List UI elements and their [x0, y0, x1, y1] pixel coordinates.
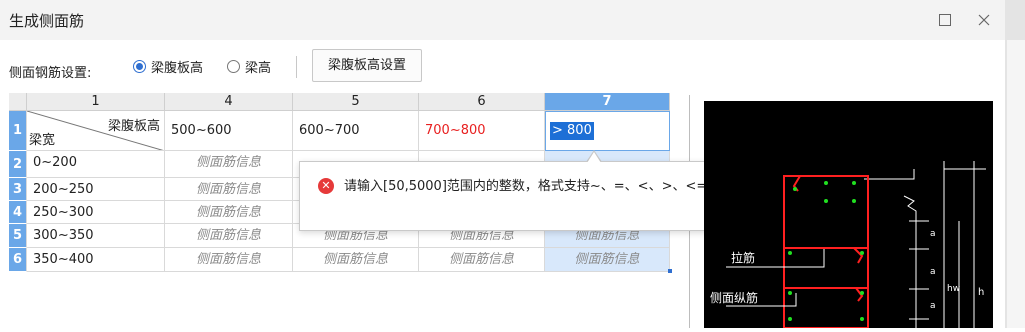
- row-number[interactable]: 3: [9, 178, 27, 201]
- dim-label: a: [930, 301, 936, 311]
- table-cell[interactable]: 500~600: [165, 111, 293, 151]
- col-header-5[interactable]: 5: [293, 93, 419, 111]
- tie-bar-label: 拉筋: [731, 251, 756, 265]
- side-rebar-info-cell[interactable]: 侧面筋信息: [165, 151, 293, 178]
- col-header-7[interactable]: 7: [545, 93, 670, 111]
- row-number[interactable]: 4: [9, 201, 27, 224]
- web-height-header-label: 梁腹板高: [107, 119, 160, 134]
- side-rebar-info-cell[interactable]: 侧面筋信息: [419, 248, 545, 272]
- beam-width-cell[interactable]: 0~200: [27, 151, 165, 178]
- maximize-button[interactable]: [933, 8, 957, 32]
- radio-beam-height[interactable]: 梁高: [227, 57, 272, 76]
- table-cell[interactable]: 600~700: [293, 111, 419, 151]
- row-number[interactable]: 6: [9, 248, 27, 272]
- window-title: 生成侧面筋: [9, 12, 85, 30]
- dim-label: a: [930, 229, 936, 239]
- close-button[interactable]: [972, 8, 996, 32]
- hw-dim-label: hw: [947, 284, 961, 294]
- row-number[interactable]: 5: [9, 224, 27, 248]
- side-rebar-info-cell[interactable]: 侧面筋信息: [165, 248, 293, 272]
- title-bar: 生成侧面筋: [0, 0, 1005, 40]
- beam-width-cell[interactable]: 350~400: [27, 248, 165, 272]
- side-rebar-setting-label: 侧面钢筋设置:: [9, 66, 92, 81]
- beam-width-header-label: 梁宽: [29, 133, 56, 148]
- beam-width-cell[interactable]: 300~350: [27, 224, 165, 248]
- fill-handle[interactable]: [668, 269, 672, 273]
- table-cell-invalid[interactable]: 700~800: [419, 111, 545, 151]
- error-icon: ✕: [318, 178, 334, 194]
- beam-width-cell[interactable]: 250~300: [27, 201, 165, 224]
- radio-unchecked-icon: [227, 59, 240, 73]
- radio-web-height[interactable]: 梁腹板高: [133, 57, 204, 76]
- radio-web-height-label: 梁腹板高: [151, 60, 204, 76]
- side-rebar-info-cell[interactable]: 侧面筋信息: [165, 224, 293, 248]
- radio-beam-height-label: 梁高: [245, 60, 272, 76]
- col-header-1[interactable]: 1: [27, 93, 165, 111]
- diagonal-header-cell: 梁腹板高 梁宽: [27, 111, 165, 151]
- row-number[interactable]: 1: [9, 111, 27, 151]
- side-longitudinal-bar-label: 侧面纵筋: [710, 291, 759, 305]
- maximize-icon: [939, 14, 951, 26]
- side-rebar-info-cell[interactable]: 侧面筋信息: [293, 248, 419, 272]
- radio-checked-icon: [133, 59, 146, 73]
- h-dim-label: h: [978, 287, 985, 298]
- col-header-6[interactable]: 6: [419, 93, 545, 111]
- section-preview: 拉筋 侧面纵筋 a a a hw h: [704, 101, 993, 329]
- close-icon: [978, 14, 990, 26]
- editing-input-selected-text[interactable]: > 800: [550, 122, 594, 140]
- side-rebar-info-cell[interactable]: 侧面筋信息: [165, 178, 293, 201]
- tooltip-pointer-fill: [587, 152, 601, 163]
- beam-width-cell[interactable]: 200~250: [27, 178, 165, 201]
- dim-label: a: [930, 267, 936, 277]
- side-rebar-info-cell[interactable]: 侧面筋信息: [165, 201, 293, 224]
- col-header-4[interactable]: 4: [165, 93, 293, 111]
- editing-cell[interactable]: > 800: [545, 111, 670, 151]
- web-height-settings-button[interactable]: 梁腹板高设置: [312, 49, 422, 82]
- corner-header: [9, 93, 27, 111]
- side-rebar-info-cell[interactable]: 侧面筋信息: [545, 248, 670, 272]
- background-window-edge: [1005, 0, 1025, 328]
- toolbar-divider: [296, 56, 297, 78]
- row-number[interactable]: 2: [9, 151, 27, 178]
